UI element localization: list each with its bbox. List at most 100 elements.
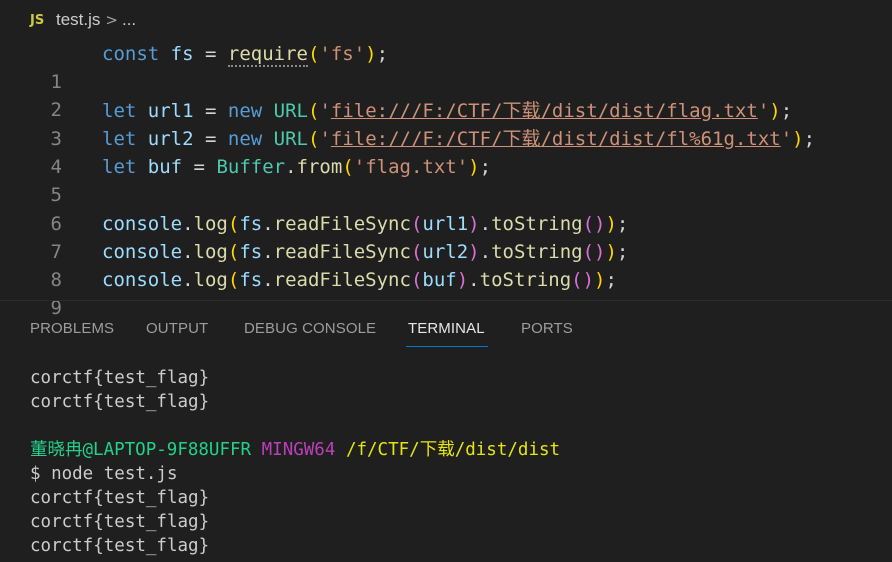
token-punctuation: ; (605, 269, 617, 291)
terminal-line: corctf{test_flag} (30, 392, 210, 412)
token-bracket: ( (227, 213, 240, 235)
tab-terminal[interactable]: TERMINAL (408, 320, 485, 337)
chevron-right-icon: > (105, 11, 118, 29)
token-bracket: ) (456, 269, 469, 291)
token-punctuation: . (262, 241, 274, 263)
javascript-file-icon: JS (30, 12, 45, 28)
tab-problems[interactable]: PROBLEMS (30, 320, 114, 337)
token-function: log (193, 241, 228, 263)
token-punctuation: ; (616, 213, 629, 235)
terminal-line: corctf{test_flag} (30, 536, 210, 556)
token-function: toString (479, 269, 572, 291)
token-variable: console (102, 213, 183, 235)
token-punctuation: . (182, 241, 194, 263)
code-content: console.log(fs.readFileSync(url2).toStri… (102, 238, 628, 266)
token-bracket: ( (307, 100, 320, 122)
token-punctuation: ; (376, 43, 389, 65)
token-class: URL (273, 100, 308, 122)
code-content: console.log(fs.readFileSync(url1).toStri… (102, 210, 628, 238)
token-punctuation: . (262, 213, 274, 235)
token-keyword: let (102, 156, 137, 178)
token-class: URL (273, 128, 308, 150)
code-line: 9 console.log(fs.readFileSync(buf).toStr… (0, 266, 892, 319)
code-content: let url1 = new URL('file:///F:/CTF/下载/di… (102, 97, 792, 125)
token-bracket: ) (468, 241, 480, 263)
token-punctuation: ; (479, 156, 492, 178)
token-variable: console (102, 241, 183, 263)
prompt-user-host: 董晓冉@LAPTOP-9F88UFFR (30, 440, 252, 460)
token-punctuation: . (182, 213, 194, 235)
token-bracket: ( (410, 269, 423, 291)
token-variable: fs (239, 269, 263, 291)
token-variable: buf (422, 269, 457, 291)
code-line: 2 (0, 68, 892, 121)
token-string-quote: ' (757, 100, 770, 122)
token-bracket: () (582, 241, 606, 263)
token-function: toString (491, 213, 583, 235)
token-function: readFileSync (273, 241, 411, 263)
token-punctuation: . (182, 269, 194, 291)
breadcrumb-file-name[interactable]: test.js (56, 10, 100, 30)
terminal-command: $ node test.js (30, 464, 178, 484)
token-function: from (296, 156, 343, 178)
code-line: 3 let url1 = new URL('file:///F:/CTF/下载/… (0, 97, 892, 150)
token-punctuation: . (479, 241, 492, 263)
breadcrumb: JS test.js > ... (0, 0, 892, 40)
terminal-line: corctf{test_flag} (30, 512, 210, 532)
active-tab-indicator (406, 346, 488, 347)
token-bracket: ( (307, 43, 320, 65)
token-bracket: ) (792, 128, 804, 150)
token-keyword: const (102, 43, 160, 65)
token-string-link[interactable]: file:///F:/CTF/下载/dist/dist/flag.txt (331, 100, 758, 122)
code-content: const fs = require('fs'); (102, 40, 388, 68)
token-string: 'flag.txt' (353, 156, 469, 178)
token-operator: = (182, 156, 217, 178)
token-string-quote: ' (319, 100, 331, 122)
code-line: 1 const fs = require('fs'); (0, 40, 892, 93)
token-bracket: ( (342, 156, 354, 178)
token-function: log (193, 213, 228, 235)
code-line: 5 let buf = Buffer.from('flag.txt'); (0, 153, 892, 206)
panel-tab-bar: PROBLEMS OUTPUT DEBUG CONSOLE TERMINAL P… (0, 301, 892, 351)
token-function: log (193, 269, 228, 291)
tab-output[interactable]: OUTPUT (146, 320, 208, 337)
prompt-env: MINGW64 (261, 440, 336, 460)
token-keyword: let (102, 100, 137, 122)
token-variable: buf (147, 156, 183, 178)
token-bracket: ) (594, 269, 606, 291)
token-function-hint[interactable]: require (227, 43, 308, 67)
token-keyword: new (227, 128, 263, 150)
tab-ports[interactable]: PORTS (521, 320, 573, 337)
tab-debug-console[interactable]: DEBUG CONSOLE (244, 320, 376, 337)
token-bracket: ( (307, 128, 320, 150)
token-bracket: ( (227, 269, 240, 291)
code-line: 8 console.log(fs.readFileSync(url2).toSt… (0, 238, 892, 291)
token-string-quote: ' (780, 128, 793, 150)
token-function: toString (491, 241, 583, 263)
token-keyword: new (227, 100, 263, 122)
token-punctuation: ; (780, 100, 793, 122)
token-function: readFileSync (273, 213, 411, 235)
token-bracket: ) (769, 100, 781, 122)
code-editor[interactable]: 1 const fs = require('fs'); 2 3 let url1… (0, 40, 892, 319)
code-content: let buf = Buffer.from('flag.txt'); (102, 153, 491, 181)
token-punctuation: ; (616, 241, 629, 263)
token-punctuation: ; (803, 128, 816, 150)
token-variable: console (102, 269, 183, 291)
token-bracket: ( (227, 241, 240, 263)
terminal-line: corctf{test_flag} (30, 368, 210, 388)
token-bracket: ( (410, 213, 423, 235)
token-bracket: () (571, 269, 595, 291)
code-line: 6 (0, 182, 892, 235)
token-string-link[interactable]: file:///F:/CTF/下载/dist/dist/fl%61g.txt (331, 128, 781, 150)
token-bracket: ) (468, 213, 480, 235)
breadcrumb-symbol-picker[interactable]: ... (122, 10, 136, 30)
token-punctuation: . (262, 269, 274, 291)
terminal-output[interactable]: corctf{test_flag} corctf{test_flag} 董晓冉@… (0, 352, 892, 562)
token-variable: url2 (147, 128, 194, 150)
token-bracket: ) (605, 241, 617, 263)
token-variable: fs (239, 241, 263, 263)
